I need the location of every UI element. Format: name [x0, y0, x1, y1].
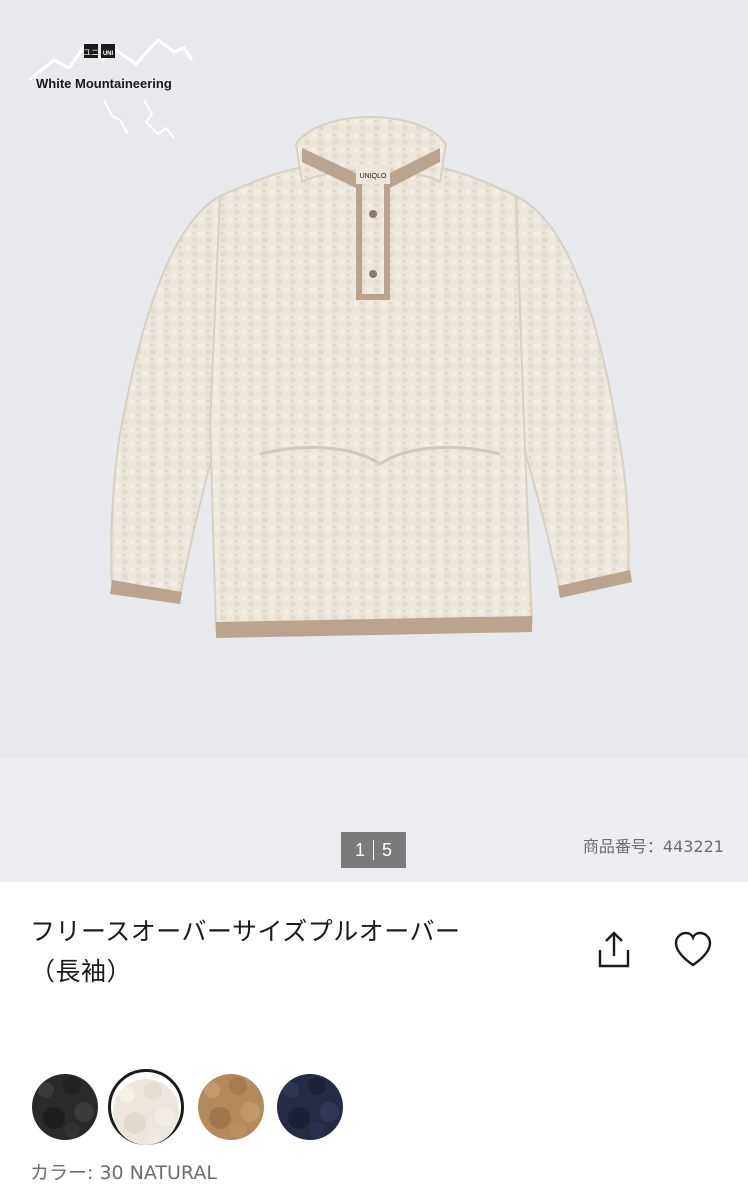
product-title-line2: （長袖）	[30, 957, 133, 986]
color-swatch-brown[interactable]	[198, 1074, 264, 1140]
product-title-line1: フリースオーバーサイズプルオーバー	[30, 917, 461, 946]
color-swatch-black[interactable]	[32, 1074, 98, 1140]
pager-total: 5	[382, 839, 393, 860]
svg-text:UNI: UNI	[103, 51, 114, 57]
fleece-pullover-image: UNIQLO	[110, 116, 632, 638]
product-detail-page: ユニ UNI White Mountaineering UNIQLO 1 5 商…	[0, 0, 748, 1200]
collab-brand-text: White Mountaineering	[36, 76, 172, 91]
share-icon	[598, 931, 630, 968]
svg-text:UNIQLO: UNIQLO	[360, 173, 387, 180]
svg-text:ユニ: ユニ	[83, 48, 99, 57]
selected-color-label: カラー: 30 NATURAL	[30, 1162, 217, 1184]
gallery-pager: 1 5	[341, 832, 406, 868]
pager-current: 1	[354, 839, 365, 860]
heart-icon	[674, 931, 712, 967]
share-button[interactable]	[594, 930, 634, 970]
color-swatch-natural[interactable]	[113, 1079, 179, 1145]
product-title: フリースオーバーサイズプルオーバー （長袖）	[30, 912, 550, 992]
product-image-gallery[interactable]: ユニ UNI White Mountaineering UNIQLO 1 5 商…	[0, 0, 748, 882]
product-code: 商品番号：443221	[582, 837, 724, 856]
color-swatch-navy[interactable]	[277, 1074, 343, 1140]
favorite-button[interactable]	[672, 930, 714, 970]
